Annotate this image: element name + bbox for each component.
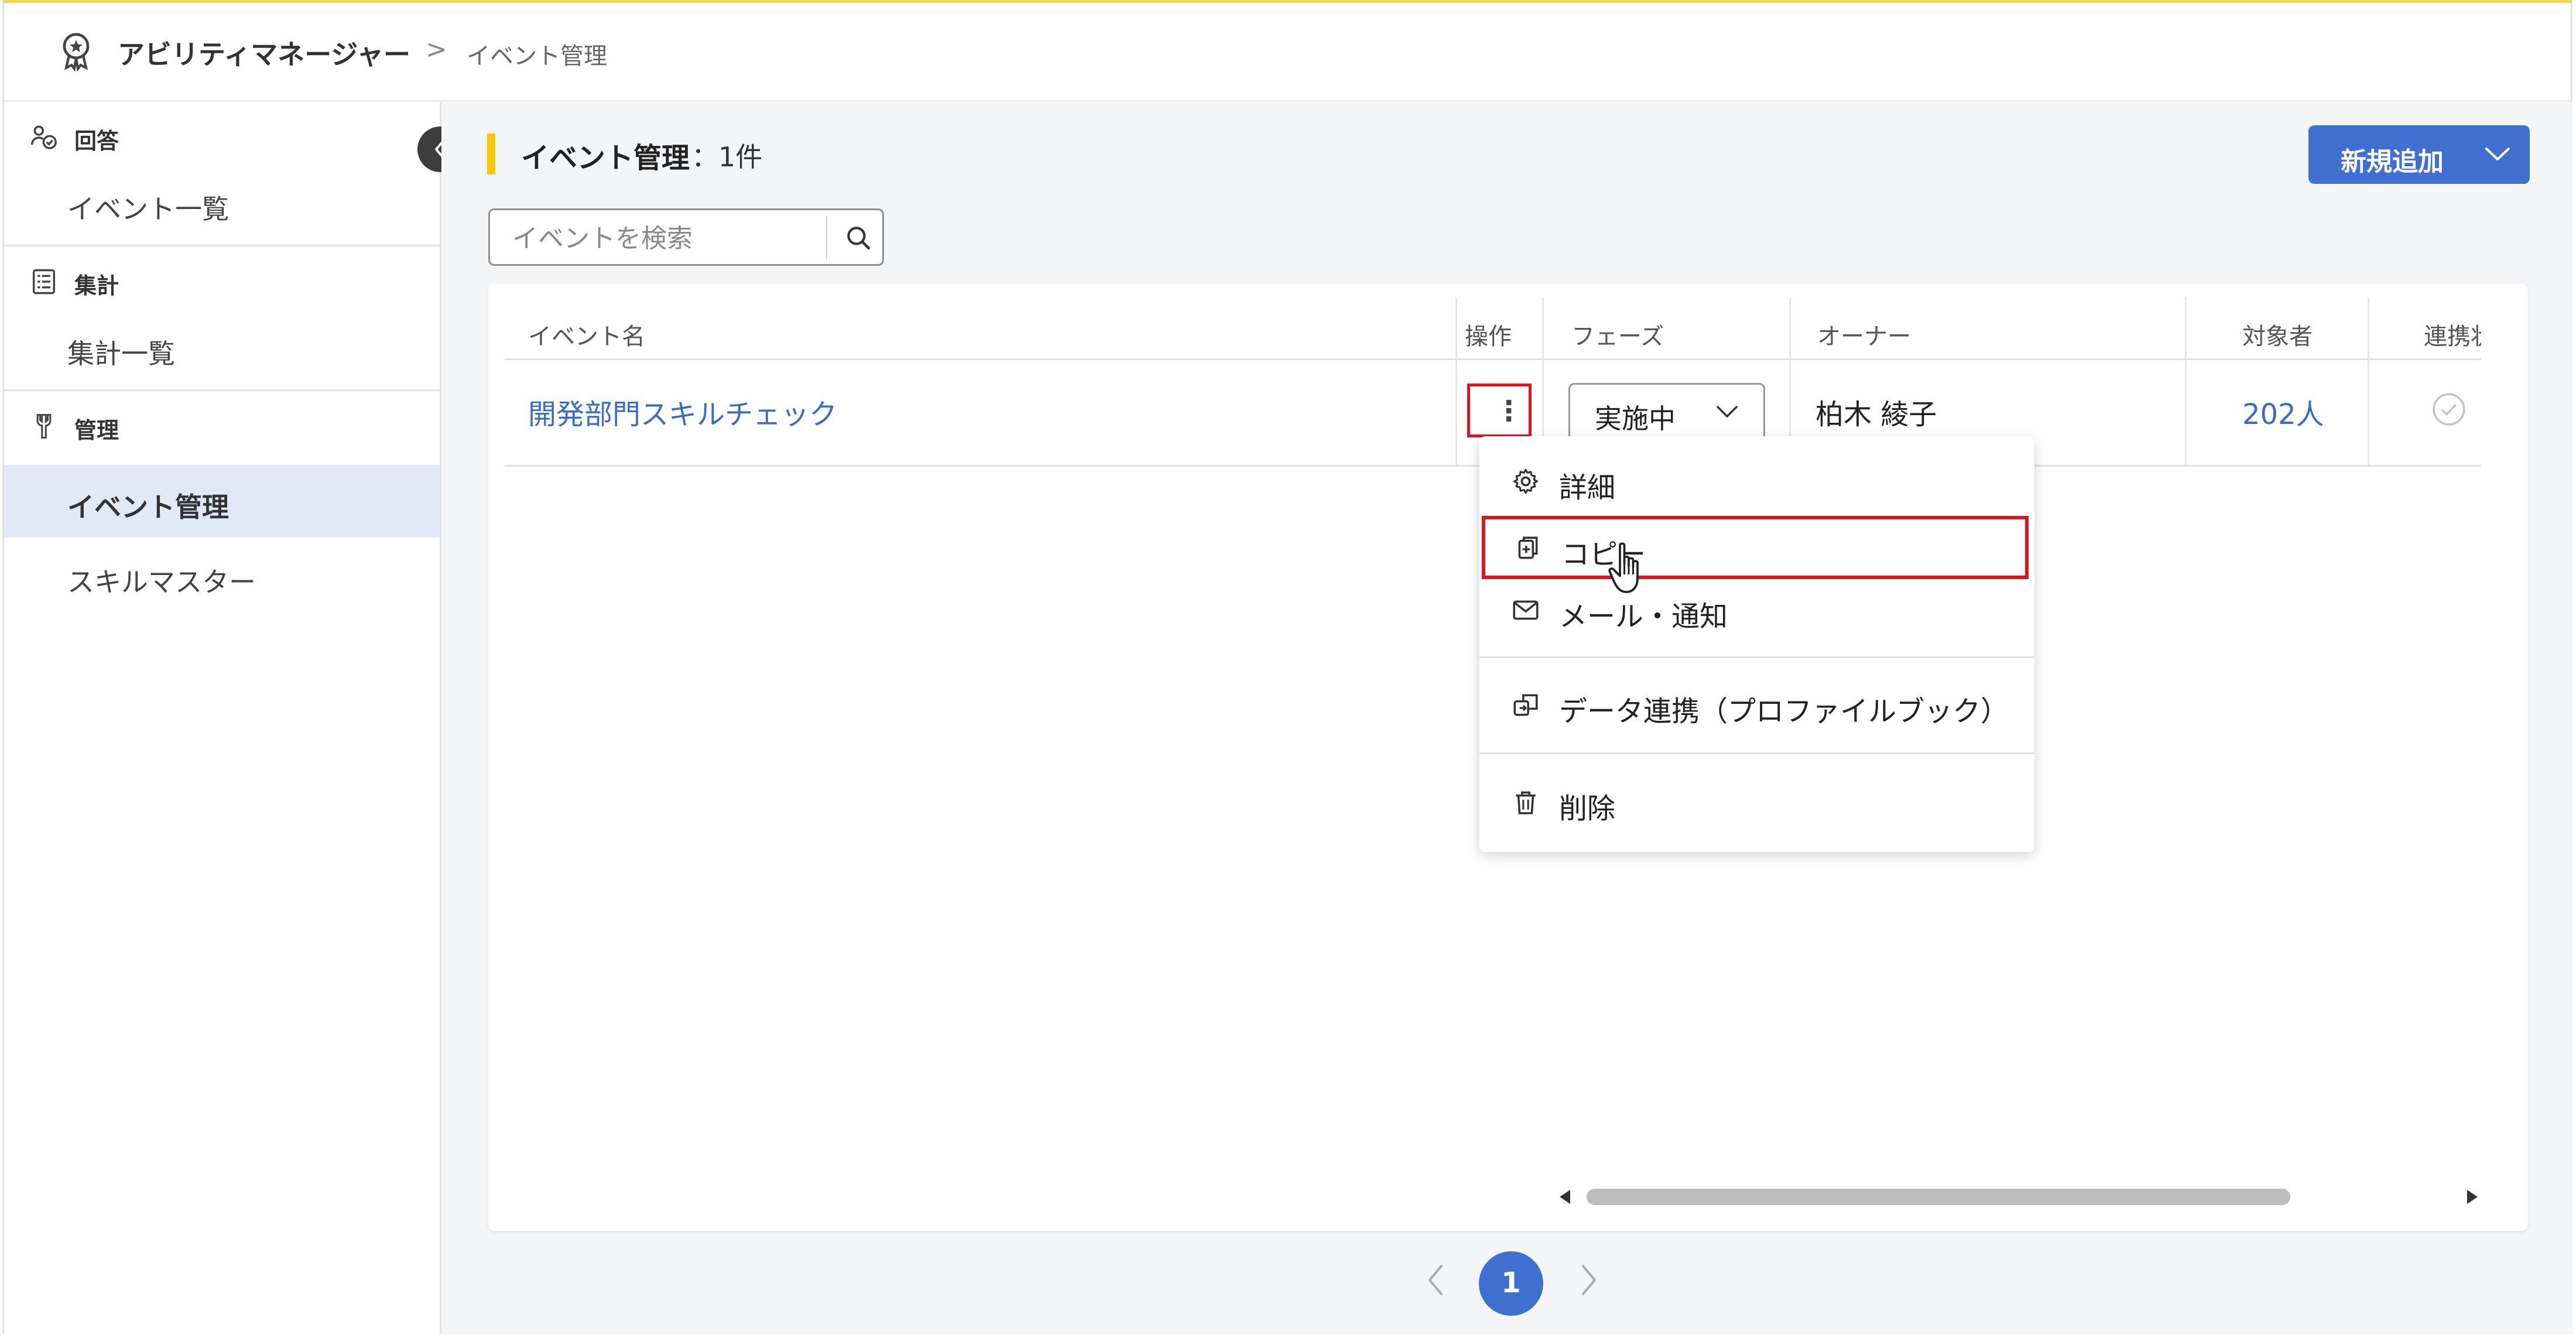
menu-item-label: 詳細 — [1559, 471, 1616, 504]
phase-select[interactable]: 実施中 — [1568, 383, 1765, 440]
owner-name: 柏木 綾子 — [1815, 398, 1937, 431]
column-header-target: 対象者 — [2242, 323, 2313, 350]
row-actions-button[interactable]: ⋮ — [1467, 384, 1532, 437]
sidebar-item-label: イベント管理 — [67, 491, 229, 523]
sidebar-section-answer: 回答 — [4, 102, 440, 166]
sync-icon — [1513, 694, 1538, 716]
more-vertical-icon: ⋮ — [1495, 395, 1523, 427]
horizontal-scrollbar[interactable] — [1560, 1185, 2481, 1209]
breadcrumb-current: イベント管理 — [467, 43, 607, 70]
sidebar-item-skill-master[interactable]: スキルマスター — [4, 540, 440, 612]
column-header-event-name: イベント名 — [528, 323, 645, 350]
gear-icon — [1513, 468, 1538, 494]
app-name[interactable]: アビリティマネージャー — [118, 33, 410, 72]
wrench-icon — [36, 413, 52, 439]
column-divider — [1455, 297, 1457, 466]
search-divider — [826, 216, 827, 259]
chevron-down-icon — [1717, 406, 1738, 418]
menu-item-label: メール・通知 — [1559, 600, 1728, 633]
phase-select-value: 実施中 — [1595, 403, 1676, 434]
column-divider — [2185, 297, 2187, 466]
search-box — [488, 208, 884, 266]
sidebar-section-summary: 集計 — [4, 247, 440, 311]
award-icon — [63, 33, 90, 72]
menu-item-label: 削除 — [1559, 792, 1616, 825]
pagination-page-number: 1 — [1501, 1267, 1521, 1299]
sidebar-item-event-list[interactable]: イベント一覧 — [4, 167, 440, 239]
menu-item-copy[interactable]: コピー — [1482, 516, 2029, 579]
chevron-down-icon — [2485, 148, 2510, 160]
page-title: イベント管理 — [521, 142, 690, 174]
target-count-link[interactable]: 202人 — [2242, 391, 2324, 432]
column-header-phase: フェーズ — [1571, 323, 1664, 350]
search-icon[interactable] — [844, 223, 873, 252]
menu-divider — [1479, 752, 2034, 754]
pagination-prev-icon[interactable] — [1424, 1261, 1447, 1299]
new-add-button[interactable]: 新規追加 — [2308, 125, 2530, 184]
list-icon — [32, 269, 56, 295]
check-circle-icon — [2433, 393, 2465, 426]
app-window: アビリティマネージャー > イベント管理 回答 イベント一覧 集計 集計一覧 管… — [2, 0, 2572, 1334]
breadcrumb-separator: > — [426, 35, 447, 64]
sidebar-section-label: 集計 — [74, 273, 119, 299]
scroll-left-arrow-icon[interactable] — [1560, 1190, 1570, 1204]
sidebar-section-label: 管理 — [74, 418, 119, 443]
search-input[interactable] — [511, 223, 841, 254]
sidebar-section-admin: 管理 — [4, 391, 440, 456]
mail-icon — [1513, 600, 1539, 620]
header-row-divider — [505, 358, 2481, 360]
row-actions-menu: 詳細 コピー メール・通知 データ連携（プロファイルブック） 削除 — [1479, 436, 2034, 852]
result-count: ：1件 — [691, 141, 763, 173]
copy-icon — [1518, 536, 1538, 559]
column-header-operation: 操作 — [1465, 323, 1512, 350]
menu-divider — [1479, 656, 2034, 658]
column-header-link-status: 連携状況 — [2424, 323, 2481, 350]
pagination-page-current[interactable]: 1 — [1479, 1251, 1543, 1316]
menu-item-label: データ連携（プロファイルブック） — [1559, 695, 2009, 728]
column-header-owner: オーナー — [1817, 323, 1911, 350]
sidebar-item-summary-list[interactable]: 集計一覧 — [4, 312, 440, 384]
sidebar-item-event-management[interactable]: イベント管理 — [4, 465, 440, 538]
sidebar: 回答 イベント一覧 集計 集計一覧 管理 イベント管理 スキルマスター — [4, 102, 441, 1334]
sidebar-section-label: 回答 — [74, 128, 119, 154]
trash-icon — [1516, 791, 1536, 815]
scrollbar-thumb[interactable] — [1587, 1189, 2290, 1205]
menu-item-delete[interactable]: 削除 — [1479, 770, 2034, 833]
person-check-icon — [30, 125, 57, 149]
menu-item-data-sync[interactable]: データ連携（プロファイルブック） — [1479, 673, 2034, 736]
column-divider — [2368, 297, 2369, 466]
event-name-link[interactable]: 開発部門スキルチェック — [528, 391, 837, 432]
app-header: アビリティマネージャー > イベント管理 — [4, 3, 2571, 102]
title-accent-bar — [487, 134, 495, 174]
pagination-next-icon[interactable] — [1577, 1261, 1601, 1299]
menu-item-mail-notification[interactable]: メール・通知 — [1479, 578, 2034, 641]
menu-item-detail[interactable]: 詳細 — [1479, 449, 2034, 512]
sidebar-item-label: スキルマスター — [67, 566, 256, 598]
hand-cursor-icon — [1608, 542, 1639, 593]
new-add-button-label: 新規追加 — [2341, 147, 2444, 177]
sidebar-item-label: 集計一覧 — [67, 338, 175, 369]
scroll-right-arrow-icon[interactable] — [2467, 1190, 2478, 1204]
sidebar-item-label: イベント一覧 — [67, 193, 229, 225]
